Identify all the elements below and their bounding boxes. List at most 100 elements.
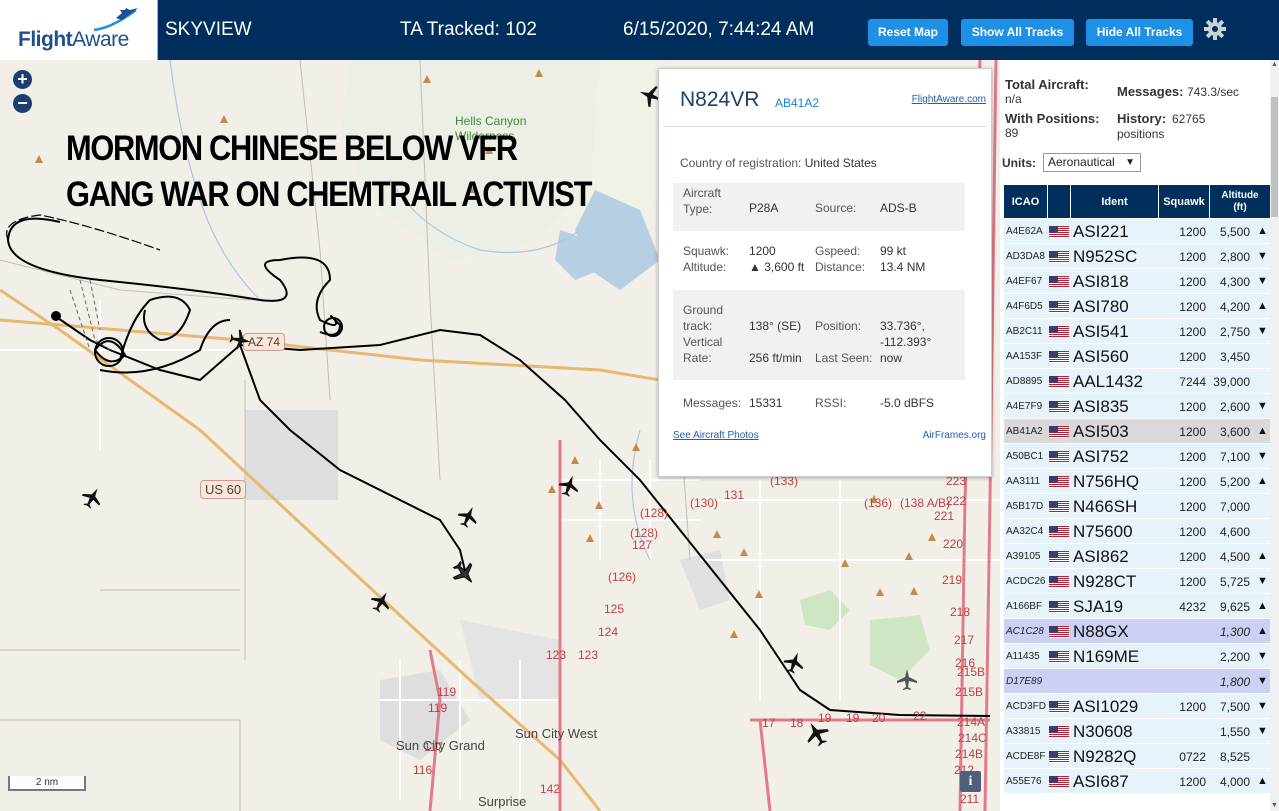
zoom-in-button[interactable]: +: [13, 70, 32, 89]
track-label: Ground track: Vertical Rate:: [683, 303, 724, 365]
row-altitude: 1,300: [1219, 625, 1250, 639]
table-row[interactable]: AB2C11 ASI541 1200 2,750 ▼: [1004, 318, 1270, 343]
exit-label: 125: [604, 602, 625, 616]
aircraft-icon[interactable]: [782, 651, 806, 675]
table-row[interactable]: A4F6D5 ASI780 1200 4,200 ▲: [1004, 293, 1270, 318]
table-row[interactable]: A39105 ASI862 1200 4,500 ▲: [1004, 543, 1270, 568]
with-positions-value: 89: [1005, 126, 1019, 140]
units-select[interactable]: Aeronautical ▼: [1043, 153, 1141, 172]
flightaware-link[interactable]: FlightAware.com: [912, 94, 986, 105]
aircraft-icon[interactable]: [803, 720, 831, 748]
table-row[interactable]: AD8895 AAL1432 7244 39,000: [1004, 368, 1270, 393]
table-row[interactable]: D17E89 1,800 ▼: [1004, 668, 1270, 693]
aircraft-icon[interactable]: [80, 486, 104, 510]
table-row[interactable]: ACDE8F N9282Q 0722 8,525: [1004, 743, 1270, 768]
row-altitude: 7,500: [1219, 700, 1250, 714]
table-row[interactable]: A4EF67 ASI818 1200 4,300 ▼: [1004, 268, 1270, 293]
exit-label: 116: [413, 763, 433, 777]
row-squawk: 1200: [1179, 350, 1206, 364]
row-squawk: 1200: [1179, 275, 1206, 289]
divider: [663, 126, 987, 127]
table-row[interactable]: A166BF SJA19 4232 9,625 ▲: [1004, 593, 1270, 618]
info-icon[interactable]: i: [960, 771, 981, 792]
header-bar: FlightAware SKYVIEW TA Tracked: 102 6/15…: [0, 0, 1279, 60]
row-icao: A33815: [1006, 726, 1041, 737]
rssi-value: -5.0 dBFS: [880, 396, 935, 410]
exit-label: 219: [942, 573, 963, 587]
table-row[interactable]: A55E76 ASI687 1200 4,000 ▲: [1004, 768, 1270, 793]
exit-label: 127: [632, 538, 653, 552]
column-header-icao[interactable]: ICAO: [1004, 185, 1048, 218]
type-box: Aircraft Type: P28A Source: ADS-B: [673, 183, 965, 231]
us-flag-icon: [1049, 351, 1069, 363]
table-row[interactable]: AD3DA8 N952SC 1200 2,800 ▼: [1004, 243, 1270, 268]
column-header-altitude[interactable]: Altitude (ft): [1210, 185, 1270, 218]
clock: 6/15/2020, 7:44:24 AM: [623, 19, 815, 40]
road-shield-us60: US 60: [200, 480, 247, 499]
aircraft-registration: N824VR: [680, 88, 760, 111]
table-row[interactable]: A5B17D N466SH 1200 7,000: [1004, 493, 1270, 518]
aircraft-icon[interactable]: [369, 590, 393, 614]
row-altitude: 2,750: [1219, 325, 1250, 339]
row-ident: N169ME: [1073, 647, 1140, 666]
row-icao: ACDE8F: [1006, 751, 1046, 762]
reset-map-button[interactable]: Reset Map: [868, 19, 948, 46]
row-altitude: 3,600: [1219, 425, 1250, 439]
row-altitude: 4,300: [1219, 275, 1250, 289]
column-header-ident[interactable]: Ident: [1071, 185, 1159, 218]
table-row[interactable]: AA3111 N756HQ 1200 5,200 ▲: [1004, 468, 1270, 493]
row-altitude: 4,600: [1219, 525, 1250, 539]
table-row[interactable]: A11435 N169ME 2,200 ▼: [1004, 643, 1270, 668]
aircraft-photos-link[interactable]: See Aircraft Photos: [673, 430, 759, 441]
scrollbar-thumb[interactable]: [1271, 97, 1278, 217]
airframes-link[interactable]: AirFrames.org: [923, 430, 986, 441]
us-flag-icon: [1049, 726, 1069, 738]
column-header-flag[interactable]: [1048, 185, 1071, 218]
table-row[interactable]: ACD3FD ASI1029 1200 7,500 ▼: [1004, 693, 1270, 718]
table-row[interactable]: A33815 N30608 1,550 ▼: [1004, 718, 1270, 743]
table-row[interactable]: A4E7F9 ASI835 1200 2,600 ▼: [1004, 393, 1270, 418]
selected-aircraft-icon[interactable]: [451, 560, 477, 586]
altitude-trend-icon: ▲: [1257, 550, 1268, 562]
position-value: 33.736°, -112.393°: [880, 319, 932, 349]
scroll-down-arrow-icon[interactable]: ▼: [1270, 801, 1279, 811]
gear-icon[interactable]: [1203, 17, 1227, 41]
table-row[interactable]: ACDC26 N928CT 1200 5,725 ▼: [1004, 568, 1270, 593]
aircraft-icon[interactable]: [456, 505, 480, 529]
table-row[interactable]: AB41A2 ASI503 1200 3,600 ▲: [1004, 418, 1270, 443]
table-row[interactable]: AC1C28 N88GX 1,300 ▲: [1004, 618, 1270, 643]
mlat-aircraft-icon[interactable]: [895, 668, 919, 692]
history-unit: positions: [1117, 127, 1165, 141]
hide-all-tracks-button[interactable]: Hide All Tracks: [1086, 19, 1193, 46]
table-row[interactable]: A50BC1 ASI752 1200 7,100 ▼: [1004, 443, 1270, 468]
altitude-trend-icon: ▲: [1257, 600, 1268, 612]
overlay-caption-line1: MORMON CHINESE BELOW VFR: [66, 129, 518, 168]
row-squawk: 1200: [1179, 575, 1206, 589]
table-row[interactable]: AA153F ASI560 1200 3,450: [1004, 343, 1270, 368]
flightaware-logo[interactable]: FlightAware: [0, 0, 158, 60]
exit-label: 214A: [957, 715, 986, 729]
row-altitude: 3,450: [1219, 350, 1250, 364]
scroll-up-arrow-icon[interactable]: ▲: [1270, 60, 1279, 70]
row-altitude: 7,100: [1219, 450, 1250, 464]
altitude-trend-icon: ▲: [1257, 300, 1268, 312]
aircraft-icon[interactable]: [557, 474, 581, 498]
row-squawk: 1200: [1179, 425, 1206, 439]
row-ident: ASI752: [1073, 447, 1129, 466]
altitude-trend-icon: ▼: [1257, 250, 1268, 262]
table-row[interactable]: AA32C4 N75600 1200 4,600: [1004, 518, 1270, 543]
zoom-out-button[interactable]: −: [13, 94, 32, 113]
altitude-label: Altitude:: [683, 260, 727, 274]
us-flag-icon: [1049, 701, 1069, 713]
table-row[interactable]: A4E62A ASI221 1200 5,500 ▲: [1004, 218, 1270, 243]
show-all-tracks-button[interactable]: Show All Tracks: [961, 19, 1074, 46]
exit-label: (130): [690, 496, 719, 510]
row-squawk: 1200: [1179, 325, 1206, 339]
row-icao: A4EF67: [1006, 276, 1043, 287]
aircraft-icon[interactable]: [228, 328, 252, 352]
row-icao: A4E62A: [1006, 226, 1043, 237]
row-ident: N928CT: [1073, 572, 1137, 591]
app-title: SKYVIEW: [165, 19, 252, 40]
column-header-squawk[interactable]: Squawk: [1159, 185, 1210, 218]
scale-bar: 2 nm: [8, 776, 86, 791]
